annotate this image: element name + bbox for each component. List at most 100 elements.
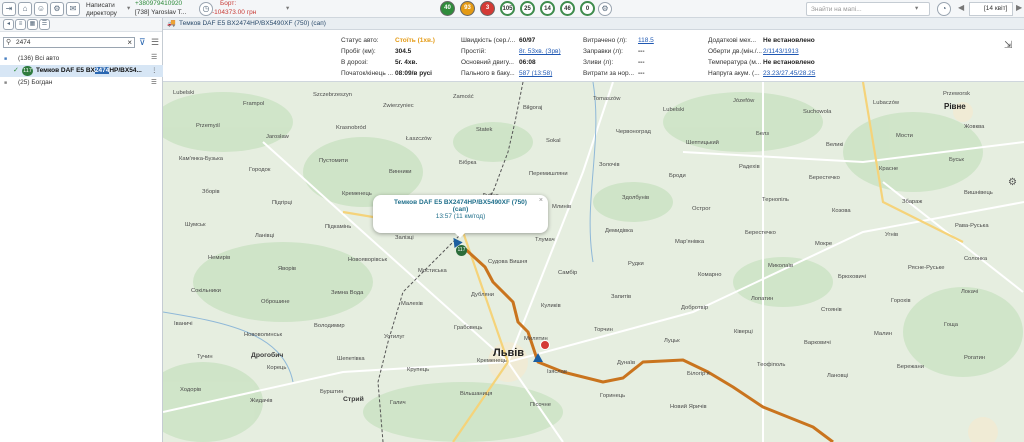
- start-marker-icon[interactable]: [533, 353, 543, 362]
- counter-badge[interactable]: 14: [540, 1, 555, 16]
- phone-number: +380979410920: [135, 0, 183, 7]
- place-label: Пустомити: [319, 158, 348, 164]
- map-canvas: [163, 82, 1024, 442]
- map-search-input[interactable]: Знайти на мапі...: [806, 2, 930, 16]
- place-label: Józefów: [733, 98, 755, 104]
- vehicle-map-badge[interactable]: 117: [456, 245, 467, 256]
- group-all-vehicles[interactable]: ■ (136) Всі авто: [0, 53, 163, 65]
- place-label: Зборів: [202, 189, 220, 195]
- top-toolbar: ⇥ ⌂ ☺ ⚙ ✉ Написати директору ▾ +380979410…: [0, 0, 1024, 18]
- place-label: Самбір: [558, 270, 578, 276]
- search-caret-icon[interactable]: ▾: [915, 5, 918, 13]
- place-label: Tomaszów: [593, 96, 621, 102]
- list-icon[interactable]: ☰: [39, 19, 50, 30]
- prev-day-icon[interactable]: ◀: [958, 4, 964, 12]
- place-label: Лановці: [827, 373, 849, 379]
- place-label: Новояворівськ: [348, 257, 388, 263]
- clock-icon[interactable]: ◔: [937, 2, 951, 16]
- home-icon[interactable]: ⌂: [18, 2, 32, 16]
- map-settings-icon[interactable]: ⚙: [1008, 177, 1017, 188]
- popup-sub: (сап): [452, 206, 469, 213]
- info-value: 06:08: [519, 59, 536, 66]
- expand-panel-icon[interactable]: ⇲: [1004, 40, 1012, 51]
- user-icon[interactable]: ☺: [34, 2, 48, 16]
- place-label: Белз: [756, 131, 769, 137]
- vehicle-search-box[interactable]: ⚲ 2474 ×: [3, 37, 135, 48]
- info-label: Початок/кінець ...: [341, 70, 393, 77]
- city-rivne: Рівне: [944, 102, 966, 111]
- place-label: Тучин: [197, 354, 213, 360]
- filter-icon[interactable]: ⊽: [139, 37, 146, 48]
- logout-icon[interactable]: ⇥: [2, 2, 16, 16]
- place-label: Szczebrzeszyn: [313, 92, 352, 98]
- info-value[interactable]: 2/1143/1913: [763, 48, 799, 55]
- place-label: Берестечко: [745, 230, 776, 236]
- place-label: Корець: [267, 365, 287, 371]
- place-label: Krasnobród: [336, 125, 366, 131]
- dropdown-caret-icon[interactable]: ▾: [127, 5, 130, 13]
- settings-icon[interactable]: ⚙: [50, 2, 64, 16]
- popup-close-icon[interactable]: ×: [539, 197, 543, 204]
- place-label: Statek: [476, 127, 493, 133]
- vehicle-search-input[interactable]: 2474: [16, 39, 30, 46]
- chat-icon[interactable]: ✉: [66, 2, 80, 16]
- info-value[interactable]: 23.23/27.45/28.25: [763, 70, 815, 77]
- balance-caret-icon[interactable]: ▾: [286, 5, 289, 13]
- place-label: Ланівці: [255, 233, 275, 239]
- info-label: Напруга акум. (...: [708, 70, 760, 77]
- clear-search-icon[interactable]: ×: [127, 38, 132, 47]
- info-label: Витрати за нор...: [583, 70, 635, 77]
- map-view[interactable]: Lubelski Frampol Szczebrzeszyn Zwierzyniec Z…: [163, 82, 1024, 442]
- place-label: Бережани: [897, 364, 924, 370]
- group-menu-icon[interactable]: ☰: [151, 77, 157, 89]
- place-label: Галич: [390, 400, 406, 406]
- director-label[interactable]: Написати директору: [86, 2, 117, 17]
- checkmark-icon[interactable]: ✓: [13, 65, 19, 77]
- all-menu-icon[interactable]: ☰: [151, 53, 157, 61]
- gear-icon[interactable]: ⚙: [598, 2, 612, 16]
- place-label: Мостиська: [418, 268, 447, 274]
- vehicle-header-title: Темков DAF E5 BX2474HP/BX5490XF (750) (с…: [179, 20, 326, 27]
- layers-icon[interactable]: ≡: [15, 19, 26, 30]
- place-label: Добротвір: [681, 305, 709, 311]
- place-label: Здолбунів: [622, 195, 650, 201]
- counter-badge[interactable]: 3: [480, 1, 495, 16]
- info-value[interactable]: 587 (13:58): [519, 70, 552, 77]
- group-bogdan[interactable]: ■ (25) Богдан ☰: [0, 77, 163, 89]
- place-label: Броди: [669, 173, 686, 179]
- counter-badge[interactable]: 25: [520, 1, 535, 16]
- info-label: Зливи (л):: [583, 59, 614, 66]
- collapse-icon[interactable]: ◂: [3, 19, 14, 30]
- place-label: Демидівка: [605, 228, 634, 234]
- place-label: Frampol: [243, 101, 265, 107]
- place-label: Немирів: [208, 255, 231, 261]
- place-label: Малин: [874, 331, 892, 337]
- info-value[interactable]: 8г. 53хв. (Зрв): [519, 48, 561, 55]
- vehicle-row[interactable]: ✓ 117 Темков DAF E5 BX2474HP/BX54... ⋮: [0, 65, 163, 77]
- place-label: Sokal: [546, 138, 561, 144]
- place-label: Бурштин: [320, 389, 344, 395]
- stop-marker-icon[interactable]: [540, 340, 550, 350]
- group-label: (25) Богдан: [18, 79, 53, 86]
- town-1: Дрогобич: [251, 352, 284, 359]
- town-2: Стрий: [343, 396, 364, 403]
- next-day-icon[interactable]: ▶: [1016, 4, 1022, 12]
- counter-badge[interactable]: 93: [460, 1, 475, 16]
- board-icon[interactable]: ◷: [199, 2, 213, 16]
- date-picker[interactable]: [14 квіт]: [969, 2, 1013, 16]
- place-label: Підгірці: [272, 200, 293, 206]
- counter-badge[interactable]: 105: [500, 1, 515, 16]
- popup-title: Темков DAF E5 BX2474HP/BX5490XF (750): [394, 199, 527, 206]
- list-options-icon[interactable]: ☰: [151, 37, 159, 48]
- place-label: Шепетівка: [337, 356, 365, 362]
- vehicle-menu-icon[interactable]: ⋮: [151, 65, 158, 77]
- user-name[interactable]: [738] Yaroslav T...: [135, 9, 186, 17]
- counter-badge[interactable]: 40: [440, 1, 455, 16]
- counter-badge[interactable]: 46: [560, 1, 575, 16]
- counter-badge[interactable]: 0: [580, 1, 595, 16]
- info-value[interactable]: 118.5: [638, 37, 654, 44]
- info-label: Основний двигу...: [461, 59, 514, 66]
- grid-icon[interactable]: ▦: [27, 19, 38, 30]
- place-label: Пісочне: [530, 402, 551, 408]
- place-label: Запитів: [611, 294, 632, 300]
